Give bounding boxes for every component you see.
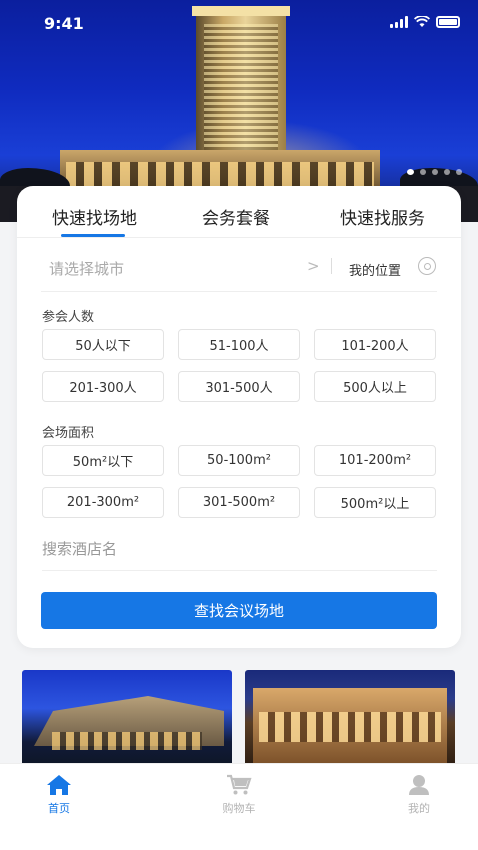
attendee-option[interactable]: 50人以下 (42, 329, 164, 360)
locate-icon[interactable] (418, 257, 436, 275)
tab-find-venue[interactable]: 快速找场地 (52, 204, 137, 229)
area-option[interactable]: 101-200m² (314, 445, 436, 476)
status-bar: 9:41 (0, 0, 478, 44)
home-icon (47, 775, 71, 795)
carousel-dot[interactable] (432, 169, 438, 175)
venue-search-card: 快速找场地 会务套餐 快速找服务 请选择城市 > 我的位置 参会人数 50人以下… (17, 186, 461, 648)
cart-icon (227, 774, 252, 795)
status-time: 9:41 (44, 14, 84, 33)
chevron-right-icon[interactable]: > (307, 257, 320, 275)
nav-cart-label: 购物车 (222, 802, 256, 815)
attendee-option[interactable]: 500人以上 (314, 371, 436, 402)
nav-home-label: 首页 (48, 802, 70, 815)
divider (42, 570, 437, 571)
attendees-section-label: 参会人数 (42, 310, 95, 325)
area-option[interactable]: 301-500m² (178, 487, 300, 518)
divider (331, 258, 332, 274)
carousel-dot[interactable] (407, 169, 414, 175)
my-location-label[interactable]: 我的位置 (349, 260, 401, 279)
area-option[interactable]: 201-300m² (42, 487, 164, 518)
user-icon (409, 775, 429, 795)
attendee-option[interactable]: 201-300人 (42, 371, 164, 402)
carousel-dot[interactable] (420, 169, 426, 175)
attendee-option[interactable]: 51-100人 (178, 329, 300, 360)
active-tab-indicator (61, 234, 125, 237)
find-venue-button[interactable]: 查找会议场地 (41, 592, 437, 629)
hotel-card-image[interactable] (245, 670, 455, 766)
nav-me[interactable]: 我的 (379, 774, 459, 816)
attendee-option[interactable]: 301-500人 (178, 371, 300, 402)
city-placeholder[interactable]: 请选择城市 (49, 258, 124, 279)
carousel-dot[interactable] (456, 169, 462, 175)
carousel-dots (407, 169, 462, 175)
bottom-nav: 首页 购物车 我的 (0, 763, 478, 850)
area-option[interactable]: 50m²以下 (42, 445, 164, 476)
tab-bar: 快速找场地 会务套餐 快速找服务 (17, 186, 461, 238)
tab-find-service[interactable]: 快速找服务 (340, 204, 425, 229)
hotel-search-input[interactable]: 搜索酒店名 (42, 538, 117, 559)
signal-icon (390, 16, 408, 28)
wifi-icon (414, 16, 430, 27)
hotel-podium-image (60, 150, 380, 190)
carousel-dot[interactable] (444, 169, 450, 175)
attendee-option[interactable]: 101-200人 (314, 329, 436, 360)
tab-meeting-package[interactable]: 会务套餐 (202, 204, 270, 229)
battery-icon (436, 16, 460, 28)
area-option[interactable]: 500m²以上 (314, 487, 436, 518)
area-option[interactable]: 50-100m² (178, 445, 300, 476)
nav-me-label: 我的 (408, 802, 430, 815)
nav-cart[interactable]: 购物车 (199, 774, 279, 816)
hotel-card-image[interactable] (22, 670, 232, 766)
area-section-label: 会场面积 (42, 426, 95, 441)
city-selector[interactable]: 请选择城市 > 我的位置 (41, 238, 437, 292)
nav-home[interactable]: 首页 (19, 774, 99, 816)
